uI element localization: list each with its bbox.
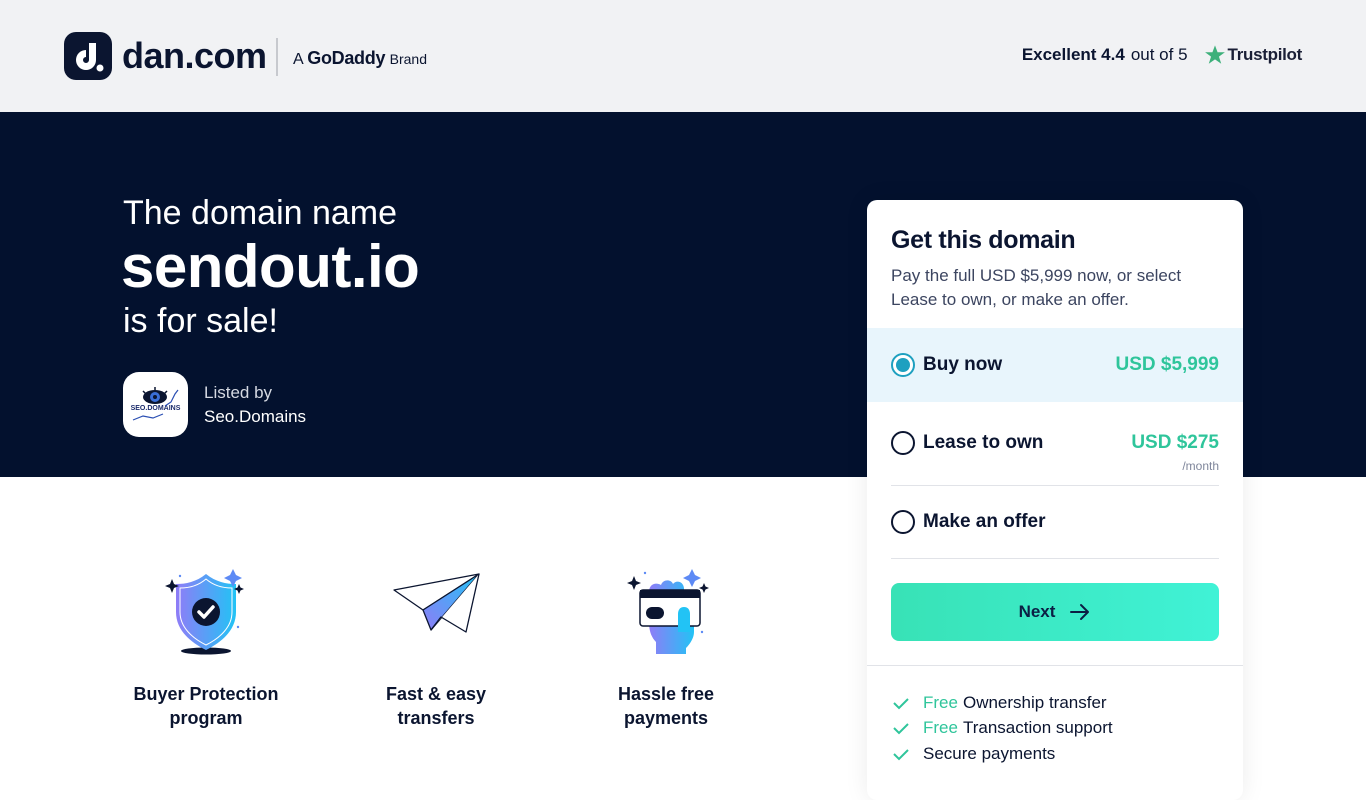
perk-text: Transaction support	[962, 718, 1113, 738]
make-offer-radio[interactable]	[891, 510, 915, 534]
perk-highlight: Free	[923, 718, 958, 738]
seller-info[interactable]: SEO.DOMAINS Listed by Seo.Domains	[123, 372, 306, 437]
hero-outro: is for sale!	[123, 302, 278, 340]
check-icon	[893, 723, 909, 735]
hand-card-icon	[616, 562, 716, 662]
option-label: Buy now	[923, 354, 1003, 375]
brand-prefix: A	[293, 51, 303, 68]
seller-name[interactable]: Seo.Domains	[204, 405, 306, 429]
trustpilot-label: Trustpilot	[1227, 45, 1303, 64]
rating-label: Excellent 4.4	[1021, 45, 1125, 64]
godaddy-brand-tag: A GoDaddy Brand	[293, 48, 427, 69]
purchase-card: Get this domain Pay the full USD $5,999 …	[867, 200, 1243, 800]
listed-by-label: Listed by	[204, 382, 273, 402]
buy-now-radio[interactable]	[891, 353, 915, 377]
trustpilot-rating[interactable]: Excellent 4.4 out of 5 Trustpilot	[1022, 44, 1302, 66]
hero-intro: The domain name	[123, 194, 398, 232]
domain-name: sendout.io	[121, 233, 420, 300]
lease-to-own-radio[interactable]	[891, 431, 915, 455]
brand-suffix: Brand	[389, 51, 427, 67]
perk-highlight: Free	[923, 692, 958, 712]
arrow-right-icon	[1070, 604, 1090, 620]
option-make-offer[interactable]: Make an offer	[867, 486, 1243, 559]
feature-label: Fast & easy transfers	[385, 684, 487, 728]
option-divider	[891, 558, 1219, 559]
option-buy-now[interactable]: Buy now USD $5,999	[867, 328, 1243, 402]
option-label: Make an offer	[923, 511, 1046, 532]
trustpilot-logo: Trustpilot	[1204, 44, 1302, 66]
site-header: dan.com A GoDaddy Brand Excellent 4.4 ou…	[0, 0, 1366, 112]
brand-name: GoDaddy	[307, 48, 386, 68]
perk-item: Free Ownership transfer	[891, 690, 1113, 716]
shield-check-icon	[156, 562, 256, 662]
feature-fast-transfers: Fast & easy transfers	[346, 562, 526, 730]
perk-text: Ownership transfer	[962, 692, 1107, 712]
card-description: Pay the full USD $5,999 now, or select L…	[891, 266, 1182, 309]
feature-hassle-free-payments: Hassle free payments	[576, 562, 756, 730]
perks-list: Free Ownership transfer Free Transaction…	[891, 690, 1113, 767]
svg-text:SEO.DOMAINS: SEO.DOMAINS	[131, 405, 181, 412]
option-price: USD $275	[1131, 432, 1219, 453]
option-price-period: /month	[1182, 459, 1219, 473]
next-button[interactable]: Next	[891, 583, 1219, 641]
dan-logo-link[interactable]: dan.com A GoDaddy Brand	[64, 32, 427, 80]
trustpilot-star-icon	[1204, 45, 1225, 64]
paper-plane-icon	[386, 562, 486, 662]
next-label: Next	[1018, 602, 1056, 621]
perk-item: Free Transaction support	[891, 716, 1113, 742]
card-title: Get this domain	[891, 226, 1076, 254]
dan-logo-icon	[64, 32, 112, 80]
option-label: Lease to own	[923, 432, 1044, 453]
check-icon	[893, 749, 909, 761]
logo-text: dan.com	[122, 35, 267, 76]
card-separator	[867, 665, 1243, 666]
option-lease-to-own[interactable]: Lease to own USD $275 /month	[867, 402, 1243, 486]
feature-label: Buyer Protection program	[133, 684, 279, 728]
feature-buyer-protection: Buyer Protection program	[116, 562, 296, 730]
option-price: USD $5,999	[1115, 354, 1219, 375]
perk-item: Secure payments	[891, 741, 1113, 767]
check-icon	[893, 698, 909, 710]
seller-logo: SEO.DOMAINS	[123, 372, 188, 437]
perk-text: Secure payments	[923, 743, 1056, 763]
feature-label: Hassle free payments	[617, 684, 715, 728]
seo-domains-logo-icon: SEO.DOMAINS	[131, 387, 181, 421]
logo-divider	[276, 38, 278, 76]
rating-scale: out of 5	[1130, 45, 1188, 64]
